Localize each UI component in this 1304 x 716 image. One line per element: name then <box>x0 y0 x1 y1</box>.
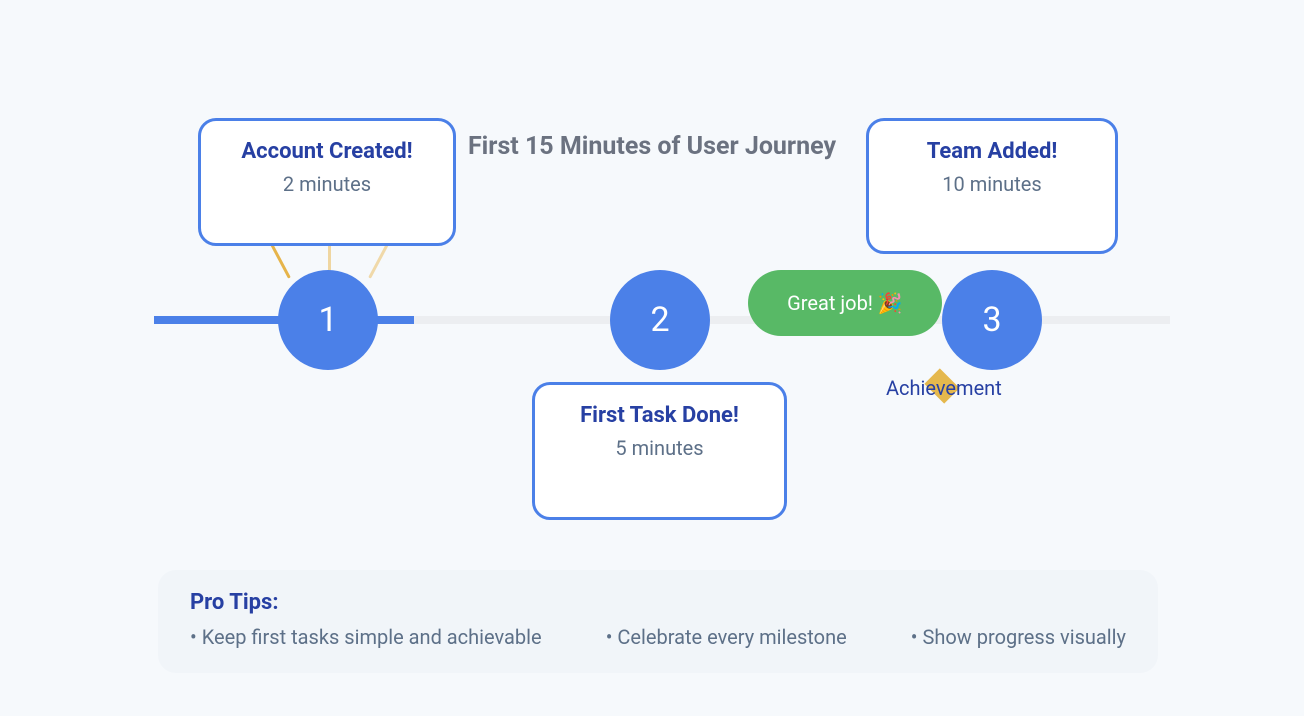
achievement-pill: Great job! 🎉 <box>748 270 942 336</box>
achievement-label: Achievement <box>886 376 1002 400</box>
tip-item-1: • Keep first tasks simple and achievable <box>190 625 542 649</box>
milestone-1-time: 2 minutes <box>225 172 429 196</box>
page-title: First 15 Minutes of User Journey <box>468 132 836 161</box>
milestone-3-card: Team Added! 10 minutes <box>866 118 1118 254</box>
tips-box: Pro Tips: • Keep first tasks simple and … <box>158 570 1158 673</box>
milestone-1-circle: 1 <box>278 270 378 370</box>
milestone-2-card: First Task Done! 5 minutes <box>532 382 787 520</box>
milestone-3-circle: 3 <box>942 270 1042 370</box>
milestone-3-heading: Team Added! <box>893 139 1091 164</box>
milestone-2-circle: 2 <box>610 270 710 370</box>
milestone-1-card: Account Created! 2 minutes <box>198 118 456 246</box>
tips-heading: Pro Tips: <box>190 590 1126 615</box>
milestone-2-time: 5 minutes <box>559 436 760 460</box>
milestone-2-heading: First Task Done! <box>559 403 760 428</box>
tip-item-3: • Show progress visually <box>911 625 1126 649</box>
milestone-1-heading: Account Created! <box>225 139 429 164</box>
tip-item-2: • Celebrate every milestone <box>606 625 847 649</box>
milestone-3-time: 10 minutes <box>893 172 1091 196</box>
